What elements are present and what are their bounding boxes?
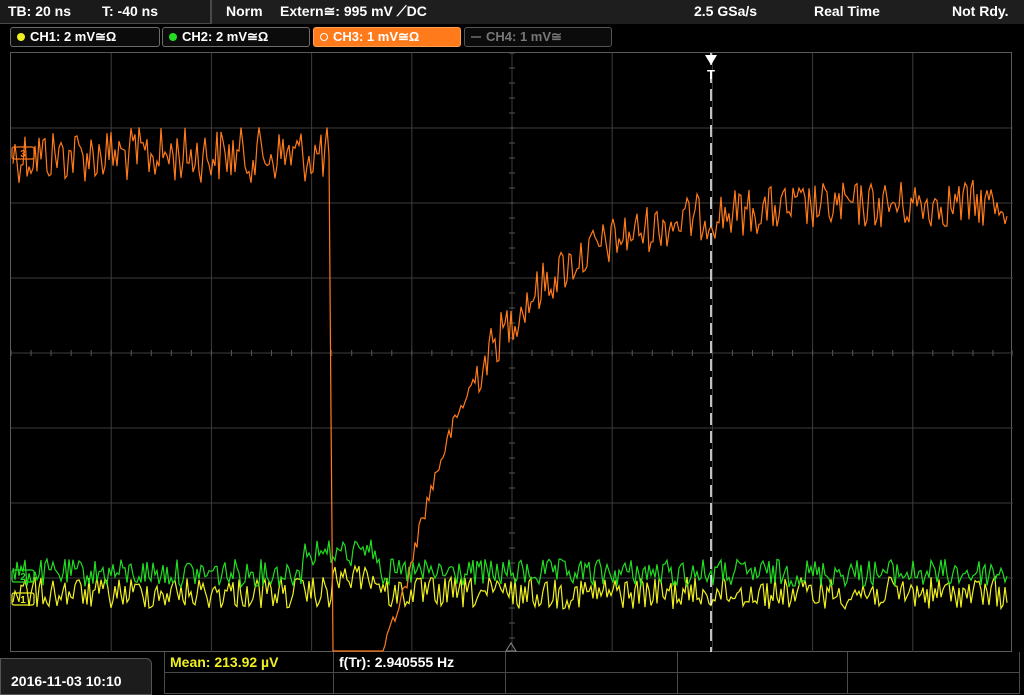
- tab-ch1-label: CH1: 2 mV≅Ω: [30, 29, 117, 44]
- trigger-position-arrow-icon[interactable]: [705, 55, 717, 65]
- acquisition-mode-label[interactable]: Real Time: [814, 3, 880, 19]
- waveform-display[interactable]: T 3 2 1: [10, 52, 1013, 653]
- ch2-color-icon: [169, 33, 177, 41]
- measurement-slot-9[interactable]: [678, 673, 848, 694]
- trigger-marker-label: T: [707, 67, 715, 82]
- trigger-source-label[interactable]: Extern≅: 995 mV ⟋DC: [280, 3, 427, 20]
- datetime-box: 2016-11-03 10:10: [0, 658, 152, 695]
- mean-measurement[interactable]: Mean: 213.92 µV: [164, 652, 334, 673]
- measurement-slot-3[interactable]: [506, 652, 678, 673]
- sample-rate-label[interactable]: 2.5 GSa/s: [694, 3, 757, 19]
- graticule: [11, 53, 1013, 653]
- acquisition-status-label: Not Rdy.: [952, 3, 1009, 19]
- tab-ch4-label: CH4: 1 mV≅: [486, 29, 562, 44]
- measurement-slot-10[interactable]: [848, 673, 1020, 694]
- measurement-slot-4[interactable]: [678, 652, 848, 673]
- ch2-offset-label: 2: [20, 572, 26, 583]
- measurement-panel[interactable]: Mean: 213.92 µV f(Tr): 2.940555 Hz: [164, 652, 1024, 695]
- ch3-offset-label: 3: [20, 149, 26, 160]
- trigger-mode-label[interactable]: Norm: [226, 3, 263, 19]
- measurement-slot-8[interactable]: [506, 673, 678, 694]
- datetime-label: 2016-11-03 10:10: [11, 673, 122, 689]
- bottom-bar: 2016-11-03 10:10 Mean: 213.92 µV f(Tr): …: [0, 652, 1024, 695]
- timebase-box[interactable]: TB: 20 ns T: -40 ns: [0, 0, 212, 24]
- waveform-svg: T 3 2 1: [11, 53, 1013, 653]
- ch1-color-icon: [17, 33, 25, 41]
- ch1-offset-label: 1: [20, 595, 26, 606]
- ch3-color-icon: [320, 33, 328, 41]
- timebase-label[interactable]: TB: 20 ns: [8, 3, 71, 19]
- tab-ch2[interactable]: CH2: 2 mV≅Ω: [162, 27, 310, 47]
- status-bar: TB: 20 ns T: -40 ns Norm Extern≅: 995 mV…: [0, 0, 1024, 24]
- tab-ch4[interactable]: CH4: 1 mV≅: [464, 27, 612, 47]
- tab-ch3-label: CH3: 1 mV≅Ω: [333, 29, 420, 44]
- time-reference-icon: [505, 642, 517, 652]
- trigger-time-label[interactable]: T: -40 ns: [102, 3, 158, 19]
- tab-ch3[interactable]: CH3: 1 mV≅Ω: [313, 27, 461, 47]
- tab-ch1[interactable]: CH1: 2 mV≅Ω: [10, 27, 160, 47]
- measurement-slot-5[interactable]: [848, 652, 1020, 673]
- ch4-off-icon: [471, 36, 481, 38]
- channel-tab-row: CH1: 2 mV≅Ω CH2: 2 mV≅Ω CH3: 1 mV≅Ω CH4:…: [0, 24, 1024, 50]
- tab-ch2-label: CH2: 2 mV≅Ω: [182, 29, 269, 44]
- frequency-measurement[interactable]: f(Tr): 2.940555 Hz: [334, 652, 506, 673]
- ch2-trace: [12, 539, 1008, 589]
- measurement-slot-7[interactable]: [334, 673, 506, 694]
- measurement-slot-6[interactable]: [164, 673, 334, 694]
